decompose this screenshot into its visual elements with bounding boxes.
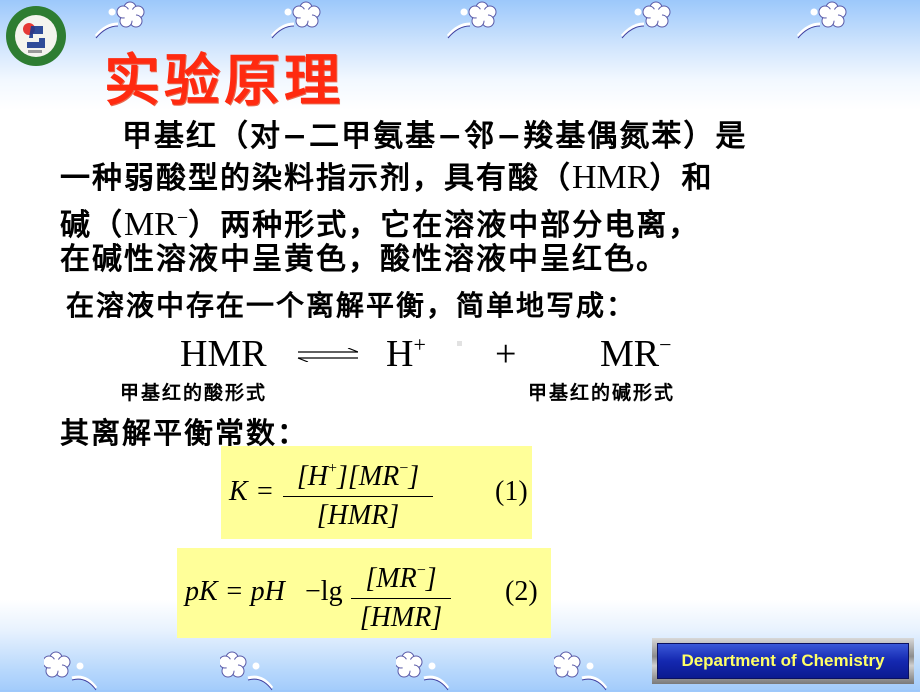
formula-2-box: pK = pH −lg [MR−] [HMR] (2) [177,548,551,638]
num-part: ] [408,461,420,492]
paragraph-text: ）两种形式，它在溶液中部分电离， [188,208,701,243]
university-logo-icon [6,6,66,66]
flower-decoration-icon [396,651,450,691]
num-part: [MR [365,563,417,594]
flower-decoration-icon [220,651,274,691]
fraction-bar [351,598,451,599]
flower-decoration-icon [554,651,608,691]
placeholder-dot [457,341,462,346]
paragraph-text: 甲基红（对−二甲氨基−邻−羧基偶氮苯）是 [122,119,748,154]
paragraph-line: 碱（MR−）两种形式，它在溶液中部分电离， [60,198,870,243]
formula-1-fraction: [H+][MR−] [HMR] [283,452,433,533]
product-mr-minus: MR− [600,332,672,376]
numerator: [MR−] [351,554,451,596]
numerator: [H+][MR−] [283,452,433,494]
product-text: H [386,333,414,375]
charge-sup: − [659,332,672,357]
equilibrium-arrow-icon [297,348,358,362]
paragraph-text: ）和 [649,161,714,196]
formula-k: K [229,476,248,507]
acid-form-label: 甲基红的酸形式 [120,382,268,404]
paragraph-line: 一种弱酸型的染料指示剂，具有酸（HMR）和 [60,157,870,198]
num-part: ][MR [336,461,400,492]
charge-sup: − [399,460,409,477]
flower-decoration-icon [44,651,98,691]
formula-lhs: pK = pH [185,576,285,607]
formula-2-fraction: [MR−] [HMR] [351,554,451,635]
reactant-hmr: HMR [180,332,267,376]
product-text: MR [600,333,660,375]
paragraph-line: 甲基红（对−二甲氨基−邻−羧基偶氮苯）是 [60,116,870,157]
denominator: [HMR] [316,500,400,531]
equals-sign: = [257,476,273,507]
paragraph-line: 在碱性溶液中呈黄色，酸性溶液中呈红色。 [60,239,870,280]
formula-number: (1) [495,476,528,507]
product-h-plus: H+ [386,332,426,376]
flower-decoration-icon [446,1,497,39]
charge-sup: + [327,460,337,477]
hmr-text: HMR [572,159,650,196]
num-part: [H [296,461,328,492]
flower-decoration-icon [620,1,671,39]
department-label: Department of Chemistry [657,643,909,679]
description-paragraph: 甲基红（对−二甲氨基−邻−羧基偶氮苯）是 一种弱酸型的染料指示剂，具有酸（HMR… [60,116,870,280]
num-part: ] [425,563,437,594]
mr-text: MR [124,206,177,243]
charge-sup: + [413,332,426,357]
paragraph-text: 一种弱酸型的染料指示剂，具有酸（ [60,161,572,196]
slide-title: 实验原理 [104,48,344,114]
paragraph-text: 在碱性溶液中呈黄色，酸性溶液中呈红色。 [60,242,668,277]
base-form-label: 甲基红的碱形式 [528,382,676,404]
formula-number: (2) [505,576,538,607]
charge-sup: − [176,207,189,229]
plus-sign: + [495,333,517,375]
minus-lg: −lg [305,576,343,607]
formula-1-box: K = [H+][MR−] [HMR] (1) [221,446,532,539]
flower-decoration-icon [796,1,847,39]
charge-sup: − [416,562,426,579]
equilibrium-intro: 在溶液中存在一个离解平衡，简单地写成： [66,289,637,322]
denominator: [HMR] [359,602,443,633]
reactant-text: HMR [180,333,267,375]
paragraph-text: 碱（ [60,208,124,243]
department-badge: Department of Chemistry [652,638,914,684]
fraction-bar [283,496,433,497]
